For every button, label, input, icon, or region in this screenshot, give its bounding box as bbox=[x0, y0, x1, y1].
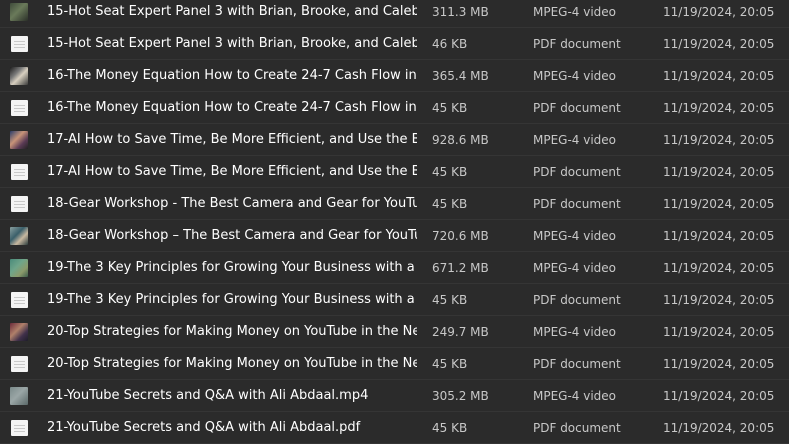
file-name: 16-The Money Equation How to Create 24-7… bbox=[47, 68, 417, 83]
file-modified-date: 11/19/2024, 20:05 bbox=[663, 261, 775, 275]
file-row[interactable]: 21-YouTube Secrets and Q&A with Ali Abda… bbox=[0, 412, 789, 444]
file-name: 18-Gear Workshop – The Best Camera and G… bbox=[47, 228, 417, 243]
video-thumbnail-icon bbox=[10, 323, 28, 341]
file-size: 365.4 MB bbox=[432, 69, 489, 83]
file-name: 20-Top Strategies for Making Money on Yo… bbox=[47, 356, 417, 371]
file-name: 20-Top Strategies for Making Money on Yo… bbox=[47, 324, 417, 339]
file-size: 45 KB bbox=[432, 165, 468, 179]
file-name: 15-Hot Seat Expert Panel 3 with Brian, B… bbox=[47, 4, 417, 19]
file-name: 18-Gear Workshop - The Best Camera and G… bbox=[47, 196, 417, 211]
file-modified-date: 11/19/2024, 20:05 bbox=[663, 197, 775, 211]
file-row[interactable]: 20-Top Strategies for Making Money on Yo… bbox=[0, 316, 789, 348]
video-thumbnail-icon bbox=[10, 227, 28, 245]
file-row[interactable]: 16-The Money Equation How to Create 24-7… bbox=[0, 60, 789, 92]
file-size: 45 KB bbox=[432, 293, 468, 307]
file-name: 19-The 3 Key Principles for Growing Your… bbox=[47, 292, 417, 307]
file-type: PDF document bbox=[533, 165, 621, 179]
pdf-document-icon bbox=[11, 36, 28, 52]
file-modified-date: 11/19/2024, 20:05 bbox=[663, 293, 775, 307]
file-size: 249.7 MB bbox=[432, 325, 489, 339]
file-size: 671.2 MB bbox=[432, 261, 489, 275]
file-name: 21-YouTube Secrets and Q&A with Ali Abda… bbox=[47, 388, 369, 403]
file-modified-date: 11/19/2024, 20:05 bbox=[663, 133, 775, 147]
file-size: 928.6 MB bbox=[432, 133, 489, 147]
file-name: 15-Hot Seat Expert Panel 3 with Brian, B… bbox=[47, 36, 417, 51]
file-type: MPEG-4 video bbox=[533, 5, 617, 19]
file-name: 16-The Money Equation How to Create 24-7… bbox=[47, 100, 417, 115]
file-size: 46 KB bbox=[432, 37, 468, 51]
file-modified-date: 11/19/2024, 20:05 bbox=[663, 37, 775, 51]
video-thumbnail-icon bbox=[10, 3, 28, 21]
file-type: MPEG-4 video bbox=[533, 229, 617, 243]
pdf-document-icon bbox=[11, 292, 28, 308]
file-name: 17-AI How to Save Time, Be More Efficien… bbox=[47, 132, 417, 147]
file-size: 45 KB bbox=[432, 421, 468, 435]
file-modified-date: 11/19/2024, 20:05 bbox=[663, 5, 775, 19]
file-type: PDF document bbox=[533, 101, 621, 115]
file-modified-date: 11/19/2024, 20:05 bbox=[663, 357, 775, 371]
file-type: PDF document bbox=[533, 37, 621, 51]
file-type: MPEG-4 video bbox=[533, 261, 617, 275]
file-size: 45 KB bbox=[432, 197, 468, 211]
file-name: 21-YouTube Secrets and Q&A with Ali Abda… bbox=[47, 420, 361, 435]
file-modified-date: 11/19/2024, 20:05 bbox=[663, 69, 775, 83]
video-thumbnail-icon bbox=[10, 131, 28, 149]
file-type: PDF document bbox=[533, 293, 621, 307]
file-type: PDF document bbox=[533, 197, 621, 211]
pdf-document-icon bbox=[11, 420, 28, 436]
pdf-document-icon bbox=[11, 164, 28, 180]
file-size: 45 KB bbox=[432, 357, 468, 371]
file-list: 15-Hot Seat Expert Panel 3 with Brian, B… bbox=[0, 0, 789, 444]
file-type: MPEG-4 video bbox=[533, 325, 617, 339]
file-row[interactable]: 16-The Money Equation How to Create 24-7… bbox=[0, 92, 789, 124]
file-modified-date: 11/19/2024, 20:05 bbox=[663, 165, 775, 179]
file-modified-date: 11/19/2024, 20:05 bbox=[663, 389, 775, 403]
file-size: 305.2 MB bbox=[432, 389, 489, 403]
pdf-document-icon bbox=[11, 356, 28, 372]
file-row[interactable]: 19-The 3 Key Principles for Growing Your… bbox=[0, 252, 789, 284]
file-row[interactable]: 19-The 3 Key Principles for Growing Your… bbox=[0, 284, 789, 316]
file-type: MPEG-4 video bbox=[533, 69, 617, 83]
file-size: 45 KB bbox=[432, 101, 468, 115]
file-type: PDF document bbox=[533, 421, 621, 435]
file-name: 19-The 3 Key Principles for Growing Your… bbox=[47, 260, 417, 275]
file-row[interactable]: 15-Hot Seat Expert Panel 3 with Brian, B… bbox=[0, 28, 789, 60]
file-type: MPEG-4 video bbox=[533, 389, 617, 403]
file-size: 720.6 MB bbox=[432, 229, 489, 243]
file-modified-date: 11/19/2024, 20:05 bbox=[663, 101, 775, 115]
file-row[interactable]: 17-AI How to Save Time, Be More Efficien… bbox=[0, 124, 789, 156]
file-modified-date: 11/19/2024, 20:05 bbox=[663, 421, 775, 435]
file-size: 311.3 MB bbox=[432, 5, 489, 19]
file-row[interactable]: 18-Gear Workshop - The Best Camera and G… bbox=[0, 188, 789, 220]
file-row[interactable]: 17-AI How to Save Time, Be More Efficien… bbox=[0, 156, 789, 188]
pdf-document-icon bbox=[11, 100, 28, 116]
video-thumbnail-icon bbox=[10, 387, 28, 405]
video-thumbnail-icon bbox=[10, 259, 28, 277]
file-modified-date: 11/19/2024, 20:05 bbox=[663, 229, 775, 243]
file-modified-date: 11/19/2024, 20:05 bbox=[663, 325, 775, 339]
video-thumbnail-icon bbox=[10, 67, 28, 85]
file-row[interactable]: 21-YouTube Secrets and Q&A with Ali Abda… bbox=[0, 380, 789, 412]
file-type: PDF document bbox=[533, 357, 621, 371]
file-row[interactable]: 18-Gear Workshop – The Best Camera and G… bbox=[0, 220, 789, 252]
file-type: MPEG-4 video bbox=[533, 133, 617, 147]
file-row[interactable]: 15-Hot Seat Expert Panel 3 with Brian, B… bbox=[0, 0, 789, 28]
file-name: 17-AI How to Save Time, Be More Efficien… bbox=[47, 164, 417, 179]
file-row[interactable]: 20-Top Strategies for Making Money on Yo… bbox=[0, 348, 789, 380]
pdf-document-icon bbox=[11, 196, 28, 212]
